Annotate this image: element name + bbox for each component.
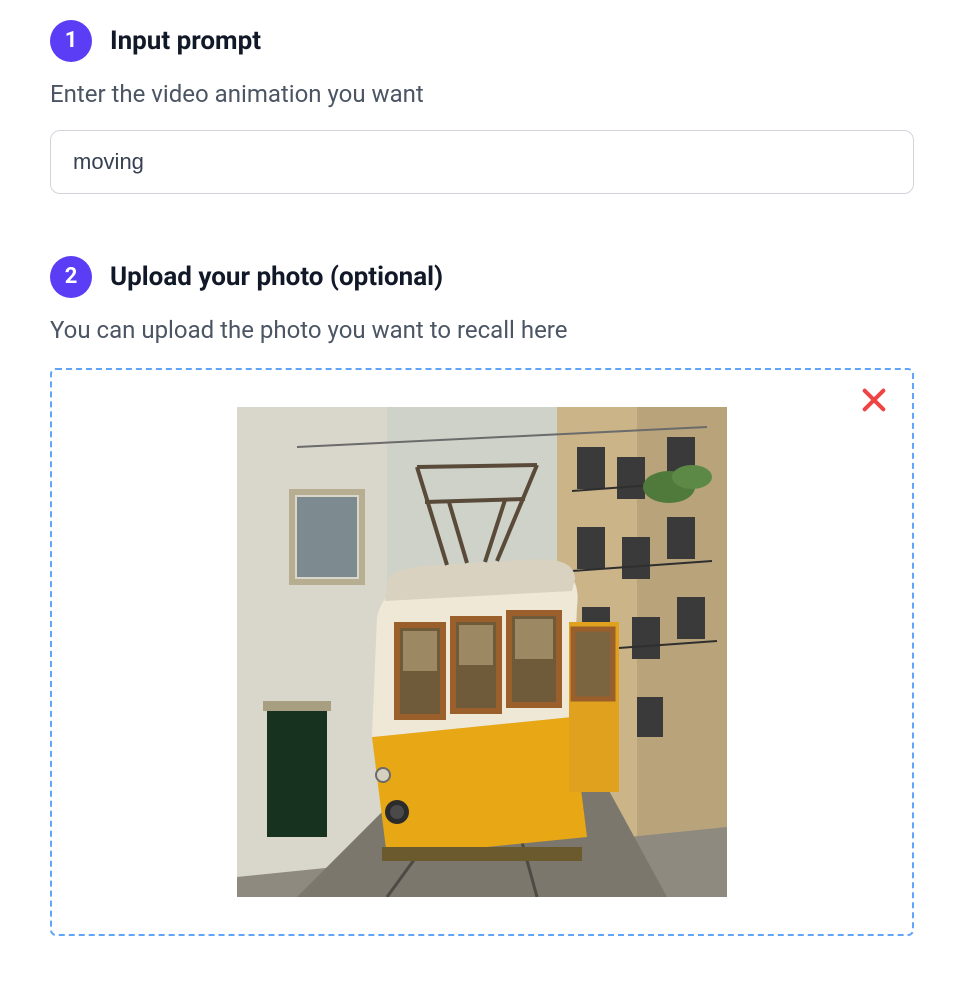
step-1-header: 1 Input prompt (50, 20, 914, 62)
step-2-header: 2 Upload your photo (optional) (50, 256, 914, 298)
step-2-title: Upload your photo (optional) (110, 262, 443, 292)
remove-image-button[interactable] (858, 384, 890, 416)
prompt-input[interactable] (50, 130, 914, 194)
step-1-title: Input prompt (110, 26, 261, 56)
step-2-description: You can upload the photo you want to rec… (50, 316, 914, 344)
step-1-badge: 1 (50, 20, 92, 62)
step-2-badge: 2 (50, 256, 92, 298)
upload-dropzone[interactable] (50, 368, 914, 936)
step-1-description: Enter the video animation you want (50, 80, 914, 108)
uploaded-image-preview (237, 407, 727, 897)
close-icon (858, 384, 890, 416)
